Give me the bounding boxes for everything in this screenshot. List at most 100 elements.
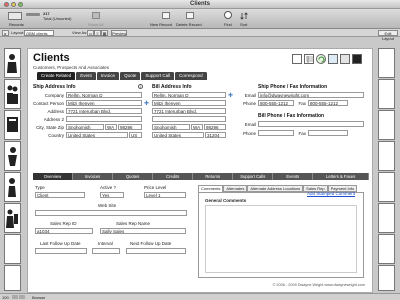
find-button[interactable]: Find xyxy=(224,22,232,27)
ship-contact-field[interactable]: Mitzi Ihenyen xyxy=(66,100,142,106)
layout-select[interactable]: OBM clients xyxy=(24,30,54,36)
tab-returns[interactable]: Returns xyxy=(193,173,234,180)
view-list-button[interactable]: ≡ xyxy=(94,30,101,36)
tab-invoice[interactable]: Invoice xyxy=(96,72,120,80)
bill-city-field[interactable]: Snohomish xyxy=(152,124,190,130)
right-slot-4[interactable] xyxy=(378,141,395,171)
ship-country-code-field[interactable]: US xyxy=(129,132,142,138)
add-stamped-comment-link[interactable]: Add Stamped Comment xyxy=(307,191,355,196)
interval-field[interactable] xyxy=(92,248,120,254)
tab-credits[interactable]: Credits xyxy=(153,173,194,180)
layout-toggle-button[interactable]: ▸ xyxy=(2,30,9,36)
next-follow-up-field[interactable] xyxy=(126,248,186,254)
related-records-tabs: Overview Invoices Quotes Credits Returns… xyxy=(33,173,369,180)
tab-support-call[interactable]: Support Call xyxy=(141,72,175,80)
delete-record-icon[interactable] xyxy=(186,12,194,19)
record-slider[interactable] xyxy=(26,13,40,16)
show-all-button[interactable]: Show All xyxy=(88,22,103,27)
tab-overview[interactable]: Overview xyxy=(33,173,74,180)
sort-icon[interactable] xyxy=(240,12,248,20)
right-slot-8[interactable] xyxy=(378,265,395,291)
tab-alternate-address[interactable]: Alternate Address Locations xyxy=(247,185,304,192)
info-icon[interactable] xyxy=(340,54,350,64)
right-slot-5[interactable] xyxy=(378,172,395,202)
ship-phone-field[interactable]: 800-555-1212 xyxy=(258,100,294,106)
tab-support-calls[interactable]: Support Calls xyxy=(233,173,274,180)
price-level-field[interactable]: Level 1 xyxy=(144,192,186,198)
type-field[interactable]: Client xyxy=(35,192,85,198)
tab-comments[interactable]: Comments xyxy=(198,185,224,192)
new-record-icon[interactable] xyxy=(162,12,170,19)
active-field[interactable]: Yes xyxy=(100,192,124,198)
bill-country-field[interactable]: United States xyxy=(152,132,204,138)
sort-button[interactable]: Sort xyxy=(240,22,247,27)
view-form-button[interactable]: ▭ xyxy=(87,30,94,36)
right-slot-6[interactable] xyxy=(378,203,395,233)
print-icon[interactable] xyxy=(352,54,362,64)
bill-email-field[interactable] xyxy=(258,121,364,127)
view-table-button[interactable]: ▦ xyxy=(101,30,108,36)
delete-record-button[interactable]: Delete Record xyxy=(176,22,202,27)
zoom-out-button[interactable] xyxy=(12,295,18,299)
show-all-icon[interactable] xyxy=(92,12,100,19)
bill-fax-field[interactable] xyxy=(308,130,348,136)
general-comments-textarea[interactable] xyxy=(205,205,357,273)
edit-layout-button[interactable]: Edit Layout xyxy=(378,30,398,41)
side-nav-letters[interactable] xyxy=(4,234,21,264)
find-icon[interactable] xyxy=(224,11,232,19)
side-nav-events[interactable] xyxy=(4,203,21,233)
ship-state-field[interactable]: WA xyxy=(105,124,117,130)
bill-state-field[interactable]: WA xyxy=(191,124,203,130)
tab-letters-faxes[interactable]: Letters & Faxes xyxy=(313,173,369,180)
ship-fax-field[interactable]: 800-555-1212 xyxy=(308,100,348,106)
ship-zip-field[interactable]: 98296 xyxy=(118,124,142,130)
preview-button[interactable]: Preview xyxy=(111,30,127,36)
tab-create-related[interactable]: Create Related xyxy=(37,72,76,80)
bill-company-field[interactable]: Rellm, Norman D xyxy=(152,92,226,98)
bill-zip-field[interactable]: 98296 xyxy=(204,124,226,130)
tab-invoices[interactable]: Invoices xyxy=(73,173,114,180)
copy-company-icon[interactable]: ✚ xyxy=(228,92,233,99)
tab-quote[interactable]: Quote xyxy=(120,72,141,80)
ship-email-field[interactable]: info@dwaynewright.com xyxy=(258,92,364,98)
tab-alternates[interactable]: Alternates xyxy=(223,185,248,192)
right-slot-3[interactable] xyxy=(378,110,395,140)
bill-address2-field[interactable] xyxy=(152,116,226,122)
sales-rep-name-field[interactable]: Sally Sales xyxy=(100,228,186,234)
zoom-in-button[interactable] xyxy=(19,295,25,299)
ship-company-field[interactable]: Rellm, Norman D xyxy=(66,92,142,98)
sales-rep-id-field[interactable]: a1034 xyxy=(35,228,93,234)
bill-phone-field[interactable] xyxy=(258,130,294,136)
right-slot-7[interactable] xyxy=(378,234,395,264)
ship-address2-field[interactable] xyxy=(66,116,142,122)
side-nav-contacts[interactable] xyxy=(4,79,21,109)
right-slot-1[interactable] xyxy=(378,48,395,78)
ship-address-field[interactable]: 7721 Interurban Blvd. xyxy=(66,108,142,114)
side-nav-extra[interactable] xyxy=(4,265,21,291)
refresh-icon[interactable] xyxy=(316,54,326,64)
tab-event[interactable]: Event xyxy=(76,72,96,80)
ship-city-field[interactable]: Snohomish xyxy=(66,124,104,130)
bill-code-field[interactable]: 31204 xyxy=(205,132,226,138)
last-follow-up-field[interactable] xyxy=(35,248,87,254)
side-nav-invoices[interactable] xyxy=(4,110,21,140)
bill-contact-field[interactable]: Mitzi Ihenyen xyxy=(152,100,226,106)
tab-quotes[interactable]: Quotes xyxy=(113,173,154,180)
ship-country-field[interactable]: United States xyxy=(66,132,128,138)
tab-events[interactable]: Events xyxy=(273,173,314,180)
book-icon[interactable] xyxy=(8,12,22,20)
side-nav-clients[interactable] xyxy=(4,48,21,78)
zoom-level[interactable]: 100 xyxy=(2,295,9,300)
info-icon[interactable]: i xyxy=(138,84,143,89)
side-nav-support[interactable] xyxy=(4,172,21,202)
website-field[interactable] xyxy=(35,210,187,216)
tab-correspond[interactable]: Correspond xyxy=(175,72,207,80)
right-slot-2[interactable] xyxy=(378,79,395,109)
new-record-button[interactable]: New Record xyxy=(150,22,172,27)
table-icon[interactable] xyxy=(304,54,314,64)
document-icon[interactable] xyxy=(292,54,302,64)
copy-address-icon[interactable]: ✚ xyxy=(144,100,149,107)
side-nav-quotes[interactable] xyxy=(4,141,21,171)
record-copy-icon[interactable] xyxy=(328,54,338,64)
bill-address-field[interactable]: 7721 Interurban Blvd. xyxy=(152,108,226,114)
